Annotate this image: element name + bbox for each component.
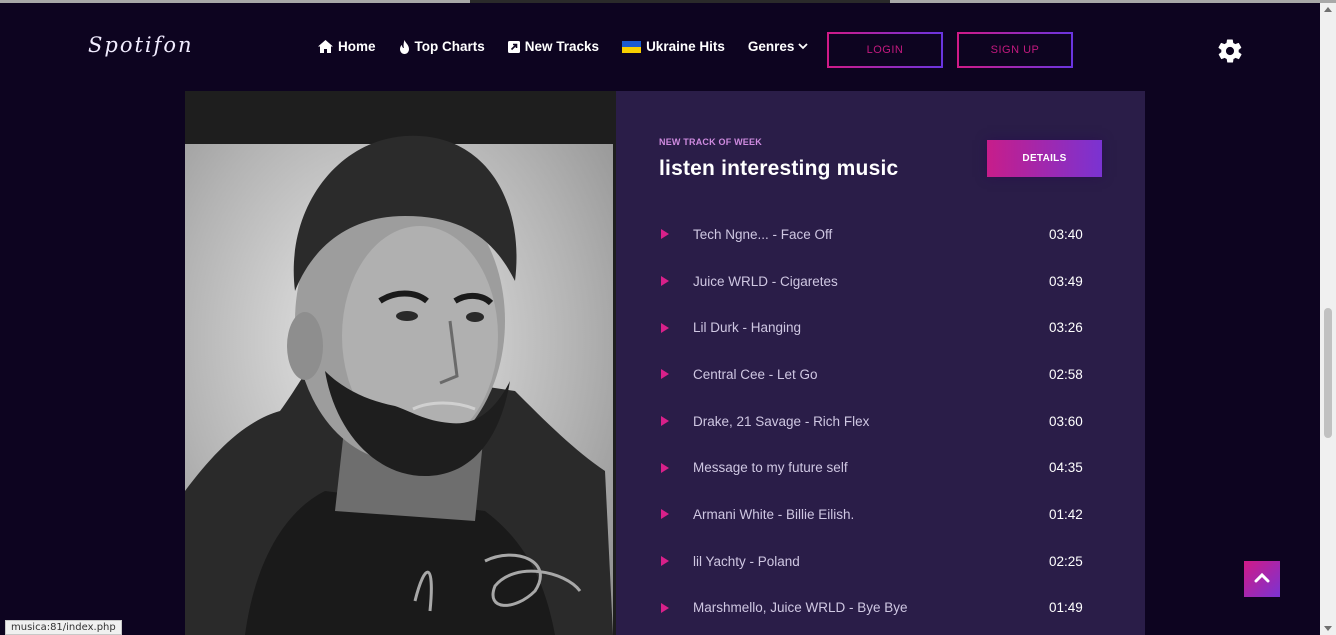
- track-duration: 03:26: [1049, 320, 1083, 336]
- nav-ukraine-hits[interactable]: Ukraine Hits: [622, 39, 725, 54]
- home-icon: [318, 40, 333, 53]
- track-title: lil Yachty - Poland: [693, 553, 800, 569]
- track-duration: 02:25: [1049, 553, 1083, 569]
- scroll-up-arrow-icon[interactable]: [1324, 7, 1332, 12]
- scrollbar-thumb[interactable]: [1324, 308, 1332, 438]
- scroll-down-arrow-icon[interactable]: [1324, 626, 1332, 631]
- play-icon[interactable]: [661, 229, 669, 240]
- play-icon[interactable]: [661, 322, 669, 333]
- track-row[interactable]: Lil Durk - Hanging 03:26: [659, 304, 1099, 351]
- track-row[interactable]: Drake, 21 Savage - Rich Flex 03:60: [659, 398, 1099, 445]
- brand-logo[interactable]: Spotifon: [88, 33, 194, 57]
- track-row[interactable]: Central Cee - Let Go 02:58: [659, 351, 1099, 398]
- gear-icon[interactable]: [1216, 37, 1244, 65]
- artist-photo: [185, 91, 616, 635]
- play-icon[interactable]: [661, 462, 669, 473]
- section-eyebrow: NEW TRACK OF WEEK: [659, 137, 762, 147]
- fire-icon: [399, 39, 410, 54]
- track-row[interactable]: Juice WRLD - Cigaretes 03:49: [659, 258, 1099, 305]
- track-row[interactable]: Armani White - Billie Eilish. 01:42: [659, 491, 1099, 538]
- navbar: Spotifon Home Top Charts New Tracks Ukra…: [0, 3, 1320, 91]
- signup-button[interactable]: SIGN UP: [957, 32, 1073, 68]
- ukraine-flag-icon: [622, 40, 642, 53]
- nav-genres-label: Genres: [747, 39, 795, 54]
- track-panel: NEW TRACK OF WEEK listen interesting mus…: [616, 91, 1145, 635]
- play-icon[interactable]: [661, 509, 669, 520]
- nav-home[interactable]: Home: [318, 39, 376, 54]
- track-title: Message to my future self: [693, 460, 848, 476]
- featured-section: NEW TRACK OF WEEK listen interesting mus…: [185, 91, 1145, 635]
- track-row[interactable]: Message to my future self 04:35: [659, 444, 1099, 491]
- play-icon[interactable]: [661, 369, 669, 380]
- nav-top-charts-label: Top Charts: [414, 39, 485, 54]
- details-button[interactable]: DETAILS: [987, 140, 1102, 177]
- track-duration: 04:35: [1049, 460, 1083, 476]
- track-row[interactable]: Tech Ngne... - Face Off 03:40: [659, 211, 1099, 258]
- nav-home-label: Home: [338, 39, 376, 54]
- nav-ukraine-hits-label: Ukraine Hits: [646, 39, 725, 54]
- status-bar-url: musica:81/index.php: [5, 620, 122, 635]
- track-title: Tech Ngne... - Face Off: [693, 226, 833, 242]
- play-icon[interactable]: [661, 416, 669, 427]
- track-title: Central Cee - Let Go: [693, 366, 818, 382]
- track-title: Juice WRLD - Cigaretes: [693, 273, 838, 289]
- track-title: Armani White - Billie Eilish.: [693, 506, 855, 522]
- play-icon[interactable]: [661, 602, 669, 613]
- play-icon[interactable]: [661, 556, 669, 567]
- page-scrollbar[interactable]: [1320, 3, 1336, 635]
- square-arrow-icon: [507, 40, 520, 53]
- track-duration: 02:58: [1049, 366, 1083, 382]
- track-list: Tech Ngne... - Face Off 03:40 Juice WRLD…: [659, 211, 1099, 631]
- section-headline: listen interesting music: [659, 157, 899, 180]
- nav-new-tracks-label: New Tracks: [524, 39, 600, 54]
- scroll-to-top-button[interactable]: [1244, 561, 1280, 597]
- track-row[interactable]: lil Yachty - Poland 02:25: [659, 538, 1099, 585]
- main-nav: Home Top Charts New Tracks Ukraine Hits …: [318, 39, 831, 54]
- play-icon[interactable]: [661, 276, 669, 287]
- track-row[interactable]: Marshmello, Juice WRLD - Bye Bye 01:49: [659, 585, 1099, 632]
- track-title: Lil Durk - Hanging: [693, 320, 802, 336]
- nav-genres-dropdown[interactable]: Genres: [748, 39, 809, 54]
- track-duration: 01:42: [1049, 506, 1083, 522]
- track-duration: 01:49: [1049, 600, 1083, 616]
- login-button[interactable]: LOGIN: [827, 32, 943, 68]
- chevron-up-icon: [1254, 570, 1270, 588]
- track-title: Drake, 21 Savage - Rich Flex: [693, 413, 870, 429]
- track-duration: 03:40: [1049, 226, 1083, 242]
- nav-new-tracks[interactable]: New Tracks: [507, 39, 600, 54]
- track-title: Marshmello, Juice WRLD - Bye Bye: [693, 600, 908, 616]
- track-duration: 03:49: [1049, 273, 1083, 289]
- track-duration: 03:60: [1049, 413, 1083, 429]
- nav-top-charts[interactable]: Top Charts: [399, 39, 485, 54]
- chevron-down-icon: [798, 43, 809, 50]
